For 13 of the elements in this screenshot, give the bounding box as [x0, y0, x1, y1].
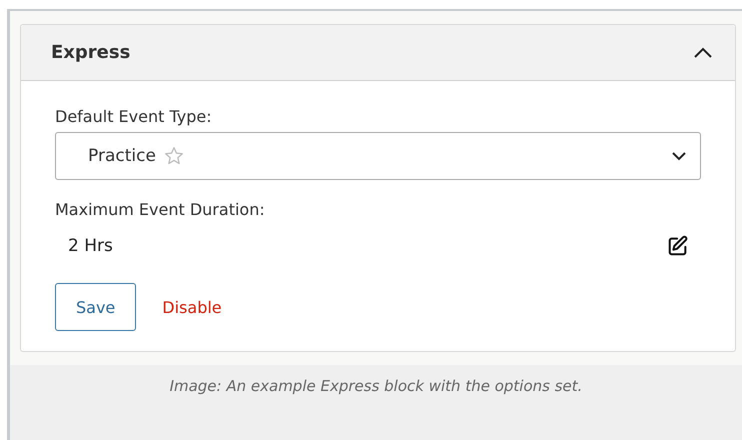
panel-title: Express	[51, 42, 130, 63]
image-caption: Image: An example Express block with the options set.	[170, 377, 582, 397]
save-button[interactable]: Save	[55, 283, 136, 331]
star-icon[interactable]	[164, 146, 184, 166]
edit-icon[interactable]	[667, 235, 689, 257]
field-label: Maximum Event Duration:	[55, 200, 266, 219]
panel-header[interactable]: Express	[21, 25, 735, 81]
disable-link[interactable]: Disable	[162, 298, 222, 316]
chevron-down-icon	[672, 152, 686, 160]
field-label: Default Event Type:	[55, 107, 213, 126]
duration-value: 2 Hrs	[68, 236, 113, 256]
chevron-icon[interactable]	[693, 46, 713, 58]
event-type-dropdown[interactable]: Practice	[55, 132, 701, 180]
